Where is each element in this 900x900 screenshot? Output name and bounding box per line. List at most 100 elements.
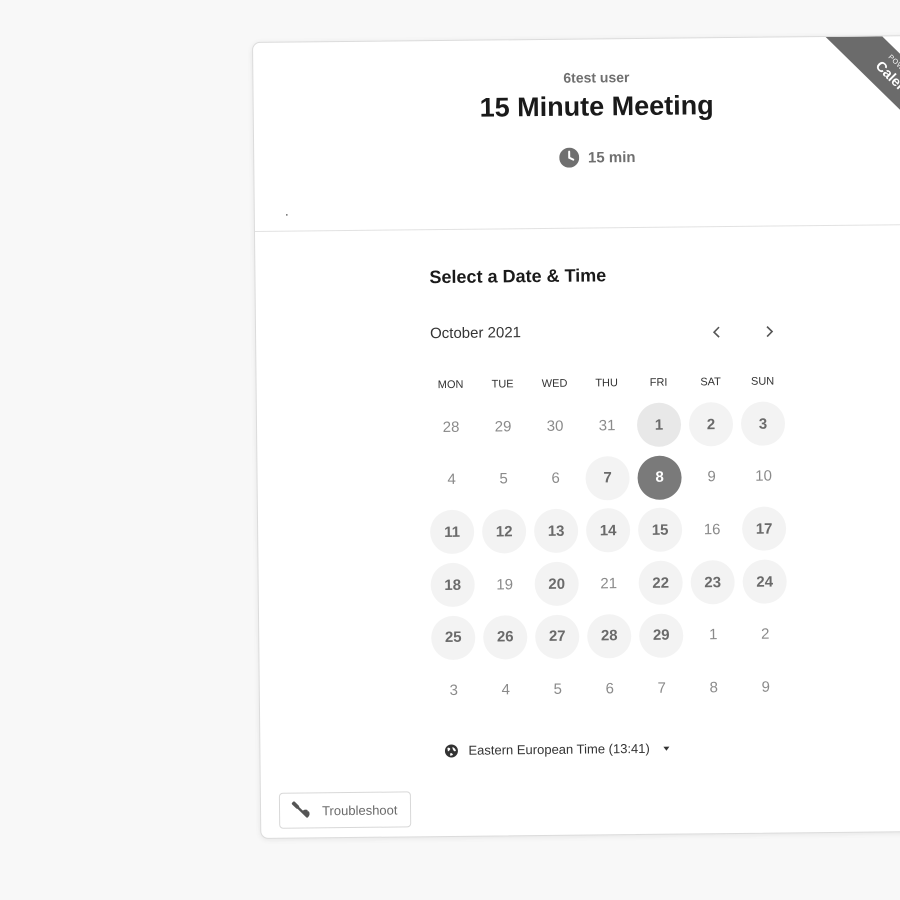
calendar-cell: 26: [479, 610, 532, 663]
calendar-cell: 1: [633, 398, 686, 451]
available-day-button[interactable]: 27: [535, 614, 580, 659]
calendar-cell: 24: [738, 555, 791, 608]
next-month-button[interactable]: [757, 319, 781, 343]
page: 6test user 15 Minute Meeting 15 min . PO…: [0, 0, 900, 900]
calendar-cell: 6: [529, 452, 582, 505]
calendar-cell: 11: [426, 506, 479, 559]
calendar-cell: 2: [685, 398, 738, 451]
globe-icon: [444, 743, 458, 757]
calendar-cell: 3: [737, 397, 790, 450]
available-day-button[interactable]: 29: [639, 613, 684, 658]
calendar-cell: 7: [581, 452, 634, 505]
unavailable-day: 5: [553, 680, 563, 698]
calendar-cell: 10: [737, 450, 790, 503]
unavailable-day: 2: [760, 625, 770, 643]
weekday-label: FRI: [649, 376, 668, 389]
available-day-button[interactable]: 17: [741, 506, 787, 552]
powered-by-ribbon[interactable]: POWERED BY Calendly: [822, 35, 900, 167]
unavailable-day: 31: [598, 417, 616, 435]
available-day-button[interactable]: 25: [431, 615, 476, 660]
available-day-button[interactable]: 1: [636, 402, 682, 448]
unavailable-day: 29: [494, 418, 512, 436]
date-picker: Select a Date & Time October 2021 MON TUE…: [423, 257, 793, 758]
weekday-label: SAT: [700, 376, 721, 389]
selected-day-button[interactable]: 8: [637, 455, 682, 500]
calendar-cell: 13: [530, 505, 583, 558]
available-day-button[interactable]: 3: [740, 401, 786, 447]
calendar-cell: 9: [685, 451, 738, 504]
weekday-label: THU: [595, 377, 618, 390]
calendar-cell: 25: [427, 611, 480, 664]
calendar-cell: 21: [582, 557, 635, 610]
wrench-icon: [291, 801, 310, 818]
available-day-button[interactable]: 24: [742, 559, 787, 604]
calendar-cell: 27: [531, 610, 584, 663]
unavailable-day: 4: [501, 681, 511, 699]
prev-month-button[interactable]: [705, 320, 729, 344]
calendar-cell: 6: [584, 662, 637, 715]
unavailable-day: 9: [707, 468, 716, 486]
calendar-cell: 4: [480, 663, 533, 716]
month-navigation: October 2021: [430, 319, 785, 347]
calendar-cell: 18: [426, 558, 479, 611]
picker-title: Select a Date & Time: [429, 265, 607, 288]
calendar-cell: 30: [529, 400, 582, 453]
calendar-cell: 5: [532, 663, 585, 716]
unavailable-day: 1: [708, 626, 718, 644]
unavailable-day: 30: [546, 417, 564, 435]
unavailable-day: 6: [551, 470, 560, 488]
chevron-right-icon: [766, 326, 774, 338]
weekday-label: WED: [541, 377, 568, 390]
available-day-button[interactable]: 2: [688, 402, 734, 447]
calendar-cell: 3: [428, 664, 481, 717]
unavailable-day: 7: [657, 679, 667, 697]
available-day-button[interactable]: 13: [533, 509, 579, 554]
calendar-cell: 22: [634, 556, 687, 609]
available-day-button[interactable]: 20: [534, 561, 579, 607]
calendar-cell: 23: [686, 556, 739, 609]
available-day-button[interactable]: 18: [430, 562, 475, 608]
duration-label: 15 min: [587, 148, 636, 166]
available-day-button[interactable]: 23: [690, 560, 735, 605]
host-name: 6test user: [563, 69, 630, 86]
calendar-cell: 15: [634, 504, 687, 557]
calendar-cell: 29: [635, 609, 688, 662]
month-label: October 2021: [429, 324, 522, 343]
weekday-header: MON TUE WED THU FRI SAT SUN: [425, 375, 789, 392]
available-day-button[interactable]: 11: [429, 510, 475, 555]
available-day-button[interactable]: 7: [585, 455, 630, 501]
calendar-cell: 1: [687, 608, 740, 661]
unavailable-day: 16: [703, 521, 721, 539]
calendar-cell: 8: [633, 451, 686, 504]
event-title: 15 Minute Meeting: [479, 90, 714, 123]
calendar-cell: 5: [477, 453, 530, 506]
unavailable-day: 28: [442, 418, 460, 436]
available-day-button[interactable]: 28: [587, 613, 632, 659]
weekday-label: SUN: [750, 375, 775, 388]
calendar-cell: 28: [583, 609, 636, 662]
timezone-label: Eastern European Time (13:41): [468, 740, 650, 758]
unavailable-day: 19: [496, 575, 514, 594]
timezone-selector[interactable]: Eastern European Time (13:41): [444, 741, 670, 758]
calendar-cell: 16: [686, 503, 739, 556]
unavailable-day: 21: [600, 574, 618, 592]
available-day-button[interactable]: 26: [483, 614, 528, 660]
unavailable-day: 10: [755, 467, 773, 486]
troubleshoot-label: Troubleshoot: [321, 802, 398, 818]
available-day-button[interactable]: 14: [585, 508, 631, 554]
available-day-button[interactable]: 15: [637, 508, 683, 553]
available-day-button[interactable]: 12: [481, 509, 527, 555]
calendar-cell: 14: [582, 504, 635, 557]
unavailable-day: 9: [761, 678, 771, 696]
weekday-label: MON: [437, 378, 464, 392]
unavailable-day: 6: [605, 680, 615, 698]
unavailable-day: 5: [499, 470, 508, 488]
troubleshoot-button[interactable]: Troubleshoot: [278, 791, 412, 829]
calendar-cell: 8: [688, 661, 741, 714]
unavailable-day: 3: [449, 681, 459, 699]
calendar-cell: 7: [636, 661, 689, 714]
calendar-cell: 17: [738, 503, 791, 556]
event-description: .: [284, 202, 289, 219]
calendar-cell: 29: [477, 400, 530, 453]
available-day-button[interactable]: 22: [638, 560, 683, 606]
